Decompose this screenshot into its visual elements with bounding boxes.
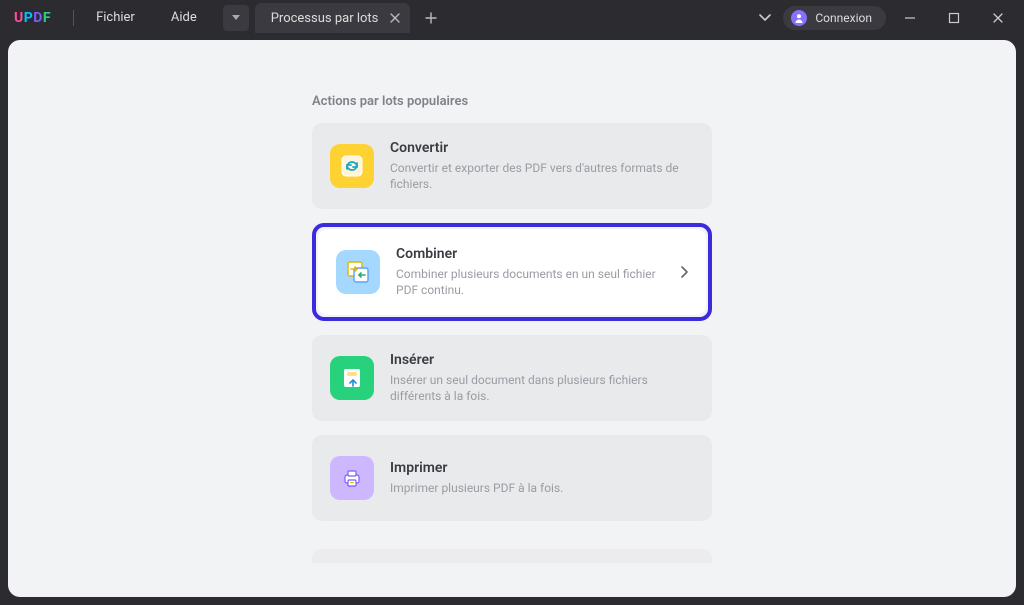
titlebar-right: Connexion: [751, 4, 1024, 32]
print-icon: [330, 456, 374, 500]
close-icon: [992, 12, 1004, 24]
new-tab-button[interactable]: [416, 3, 446, 33]
logo-letter: F: [43, 10, 51, 26]
content-area: Actions par lots populaires: [8, 40, 1016, 597]
plus-icon: [425, 12, 437, 24]
card-wrap-highlighted: Combiner Combiner plusieurs documents en…: [312, 223, 712, 321]
login-label: Connexion: [815, 11, 872, 25]
tab-area: Processus par lots: [223, 3, 447, 33]
card-desc: Combiner plusieurs documents en un seul …: [396, 266, 664, 298]
convert-icon: [330, 144, 374, 188]
app-logo: U P D F: [0, 10, 69, 26]
tab-list-dropdown[interactable]: [223, 5, 249, 31]
app-window: U P D F Fichier Aide Processus par lots: [0, 0, 1024, 605]
chevron-down-icon: [759, 14, 771, 22]
card-print[interactable]: Imprimer Imprimer plusieurs PDF à la foi…: [312, 435, 712, 521]
card-body: Imprimer Imprimer plusieurs PDF à la foi…: [390, 460, 694, 496]
window-minimize[interactable]: [890, 4, 930, 32]
logo-letter: U: [14, 10, 24, 26]
card-title: Imprimer: [390, 460, 694, 476]
menu-file[interactable]: Fichier: [78, 0, 153, 36]
batch-actions-panel: Actions par lots populaires: [312, 94, 712, 597]
card-desc: Insérer un seul document dans plusieurs …: [390, 372, 694, 404]
tab-batch-process[interactable]: Processus par lots: [255, 3, 411, 33]
card-desc: Convertir et exporter des PDF vers d'aut…: [390, 160, 694, 192]
combine-icon: [336, 250, 380, 294]
card-desc: Imprimer plusieurs PDF à la fois.: [390, 480, 694, 496]
card-convert[interactable]: Convertir Convertir et exporter des PDF …: [312, 123, 712, 209]
logo-letter: P: [24, 10, 34, 26]
tab-label: Processus par lots: [271, 11, 379, 26]
card-insert[interactable]: Insérer Insérer un seul document dans pl…: [312, 335, 712, 421]
card-list: Convertir Convertir et exporter des PDF …: [312, 123, 712, 563]
more-cards-indicator: [312, 549, 712, 563]
minimize-icon: [904, 12, 916, 24]
close-icon: [390, 13, 400, 23]
tab-close-button[interactable]: [390, 13, 400, 23]
insert-icon: [330, 356, 374, 400]
card-wrap: Insérer Insérer un seul document dans pl…: [312, 335, 712, 421]
card-body: Insérer Insérer un seul document dans pl…: [390, 352, 694, 404]
card-body: Combiner Combiner plusieurs documents en…: [396, 246, 664, 298]
separator: [73, 10, 74, 26]
card-body: Convertir Convertir et exporter des PDF …: [390, 140, 694, 192]
logo-letter: D: [33, 10, 43, 26]
menu-help[interactable]: Aide: [153, 0, 215, 36]
maximize-icon: [948, 12, 960, 24]
caret-down-icon: [232, 15, 240, 21]
titlebar: U P D F Fichier Aide Processus par lots: [0, 0, 1024, 36]
avatar-icon: [791, 10, 807, 26]
card-wrap: Imprimer Imprimer plusieurs PDF à la foi…: [312, 435, 712, 521]
window-maximize[interactable]: [934, 4, 974, 32]
section-title: Actions par lots populaires: [312, 94, 712, 109]
window-close[interactable]: [978, 4, 1018, 32]
chevron-right-icon: [680, 266, 688, 278]
card-combine[interactable]: Combiner Combiner plusieurs documents en…: [318, 229, 706, 315]
card-title: Combiner: [396, 246, 664, 262]
card-wrap: Convertir Convertir et exporter des PDF …: [312, 123, 712, 209]
login-button[interactable]: Connexion: [783, 6, 886, 30]
recent-dropdown[interactable]: [751, 4, 779, 32]
card-title: Convertir: [390, 140, 694, 156]
card-title: Insérer: [390, 352, 694, 368]
